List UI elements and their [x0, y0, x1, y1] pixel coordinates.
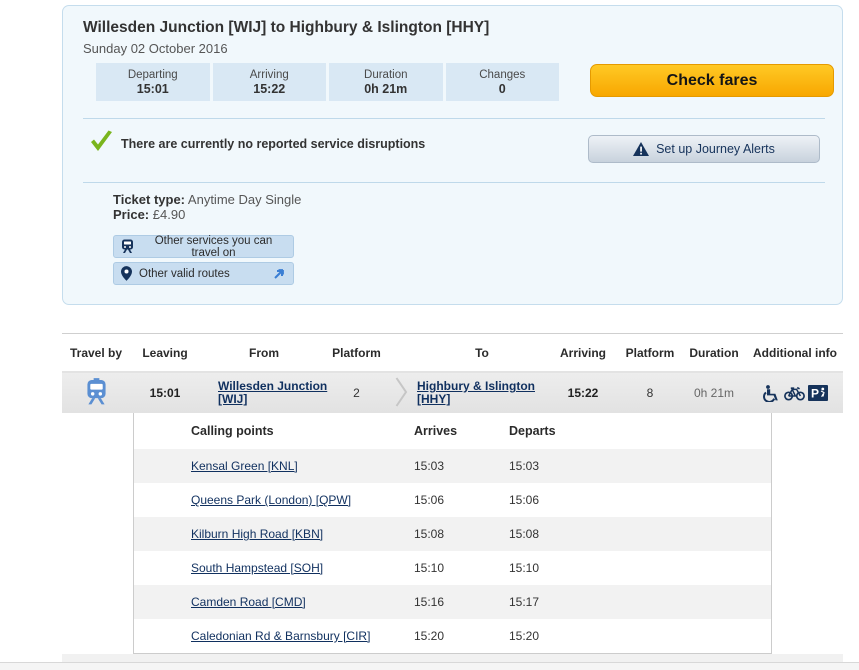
calling-point-row: Queens Park (London) [QPW] 15:06 15:06: [134, 483, 771, 517]
stat-changes: Changes 0: [446, 63, 560, 101]
price-value: £4.90: [153, 207, 186, 222]
arrives-time: 15:06: [414, 493, 509, 507]
station-link[interactable]: Kilburn High Road [KBN]: [191, 527, 323, 541]
bicycle-icon: [784, 386, 805, 401]
disruption-message: There are currently no reported service …: [121, 137, 425, 151]
departs-time: 15:08: [509, 527, 771, 541]
travel-by-cell: [62, 378, 130, 408]
arrives-time: 15:20: [414, 629, 509, 643]
calling-point-row: Camden Road [CMD] 15:16 15:17: [134, 585, 771, 619]
journey-alerts-label: Set up Journey Alerts: [656, 142, 775, 156]
arrives-time: 15:08: [414, 527, 509, 541]
header-platform-to: Platform: [619, 346, 681, 360]
header-travel-by: Travel by: [62, 346, 130, 360]
calling-point-row: Kilburn High Road [KBN] 15:08 15:08: [134, 517, 771, 551]
station-parking-icon: P: [808, 385, 828, 401]
divider: [83, 182, 825, 183]
additional-info-cell: P: [747, 385, 843, 402]
header-to: To: [417, 346, 547, 360]
train-mode-icon: [86, 378, 107, 405]
header-leaving: Leaving: [130, 346, 200, 360]
header-additional-info: Additional info: [747, 346, 843, 360]
calling-point-row: South Hampstead [SOH] 15:10 15:10: [134, 551, 771, 585]
other-services-button[interactable]: Other services you can travel on: [113, 235, 294, 258]
station-link[interactable]: Kensal Green [KNL]: [191, 459, 298, 473]
header-arriving: Arriving: [547, 346, 619, 360]
stat-label: Changes: [479, 68, 525, 82]
price-line: Price: £4.90: [113, 207, 185, 222]
calling-point-row: Caledonian Rd & Barnsbury [CIR] 15:20 15…: [134, 619, 771, 653]
train-icon: [121, 239, 134, 254]
station-link[interactable]: South Hampstead [SOH]: [191, 561, 323, 575]
calling-points-header: Calling points: [191, 424, 414, 438]
stat-label: Duration: [364, 68, 407, 82]
stat-value: 0: [499, 82, 506, 97]
journey-summary-panel: Willesden Junction [WIJ] to Highbury & I…: [62, 5, 843, 305]
header-duration: Duration: [681, 346, 747, 360]
check-icon: [89, 130, 114, 153]
departs-time: 15:17: [509, 595, 771, 609]
station-link[interactable]: Queens Park (London) [QPW]: [191, 493, 351, 507]
journey-leaving-time: 15:01: [130, 386, 200, 400]
from-station-link[interactable]: Willesden Junction [WIJ]: [218, 380, 328, 406]
external-link-icon: [273, 267, 286, 280]
departs-time: 15:20: [509, 629, 771, 643]
header-platform-from: Platform: [328, 346, 385, 360]
chevron-right-icon: [395, 376, 408, 408]
svg-text:P: P: [811, 387, 819, 401]
arrives-time: 15:10: [414, 561, 509, 575]
journey-to-platform: 8: [619, 386, 681, 400]
stat-value: 15:01: [137, 82, 169, 97]
journey-results-page: Willesden Junction [WIJ] to Highbury & I…: [0, 0, 859, 670]
divider: [83, 118, 825, 119]
journey-alerts-button[interactable]: Set up Journey Alerts: [588, 135, 820, 163]
stat-value: 0h 21m: [364, 82, 407, 97]
journey-chevron-cell: [385, 376, 417, 411]
journey-stats-bar: Departing 15:01 Arriving 15:22 Duration …: [96, 63, 559, 101]
other-valid-routes-button[interactable]: Other valid routes: [113, 262, 294, 285]
journey-to-cell: Highbury & Islington [HHY]: [417, 380, 547, 406]
price-label: Price:: [113, 207, 149, 222]
other-services-label: Other services you can travel on: [141, 235, 286, 259]
stat-label: Arriving: [250, 68, 289, 82]
journey-from-platform: 2: [328, 386, 385, 400]
calling-point-row: Kensal Green [KNL] 15:03 15:03: [134, 449, 771, 483]
header-from: From: [200, 346, 328, 360]
station-link[interactable]: Camden Road [CMD]: [191, 595, 306, 609]
departs-time: 15:10: [509, 561, 771, 575]
stat-value: 15:22: [253, 82, 285, 97]
bottom-bar: [0, 662, 859, 670]
ticket-type-value: Anytime Day Single: [188, 192, 301, 207]
journey-row: 15:01 Willesden Junction [WIJ] 2 Highbur…: [62, 373, 843, 413]
stat-arriving: Arriving 15:22: [213, 63, 327, 101]
departs-header: Departs: [509, 424, 771, 438]
journey-date: Sunday 02 October 2016: [83, 41, 228, 56]
journey-duration: 0h 21m: [681, 386, 747, 400]
ticket-type-line: Ticket type: Anytime Day Single: [113, 192, 301, 207]
journey-arriving-time: 15:22: [547, 386, 619, 400]
journey-from-cell: Willesden Junction [WIJ]: [200, 380, 328, 406]
stat-label: Departing: [128, 68, 178, 82]
departs-time: 15:03: [509, 459, 771, 473]
arrives-header: Arrives: [414, 424, 509, 438]
wheelchair-icon: [762, 385, 781, 402]
warning-triangle-icon: [633, 142, 649, 156]
departs-time: 15:06: [509, 493, 771, 507]
to-station-link[interactable]: Highbury & Islington [HHY]: [417, 380, 547, 406]
journeys-table: Travel by Leaving From Platform To Arriv…: [62, 333, 843, 663]
arrives-time: 15:16: [414, 595, 509, 609]
stat-duration: Duration 0h 21m: [329, 63, 443, 101]
ticket-type-label: Ticket type:: [113, 192, 185, 207]
calling-points-box: Calling points Arrives Departs Kensal Gr…: [133, 413, 772, 654]
map-pin-icon: [121, 266, 132, 281]
check-fares-button[interactable]: Check fares: [590, 64, 834, 97]
calling-points-header-row: Calling points Arrives Departs: [134, 413, 771, 449]
page-title: Willesden Junction [WIJ] to Highbury & I…: [83, 19, 489, 37]
table-header-row: Travel by Leaving From Platform To Arriv…: [62, 334, 843, 373]
arrives-time: 15:03: [414, 459, 509, 473]
station-link[interactable]: Caledonian Rd & Barnsbury [CIR]: [191, 629, 370, 643]
stat-departing: Departing 15:01: [96, 63, 210, 101]
other-valid-routes-label: Other valid routes: [139, 268, 230, 280]
